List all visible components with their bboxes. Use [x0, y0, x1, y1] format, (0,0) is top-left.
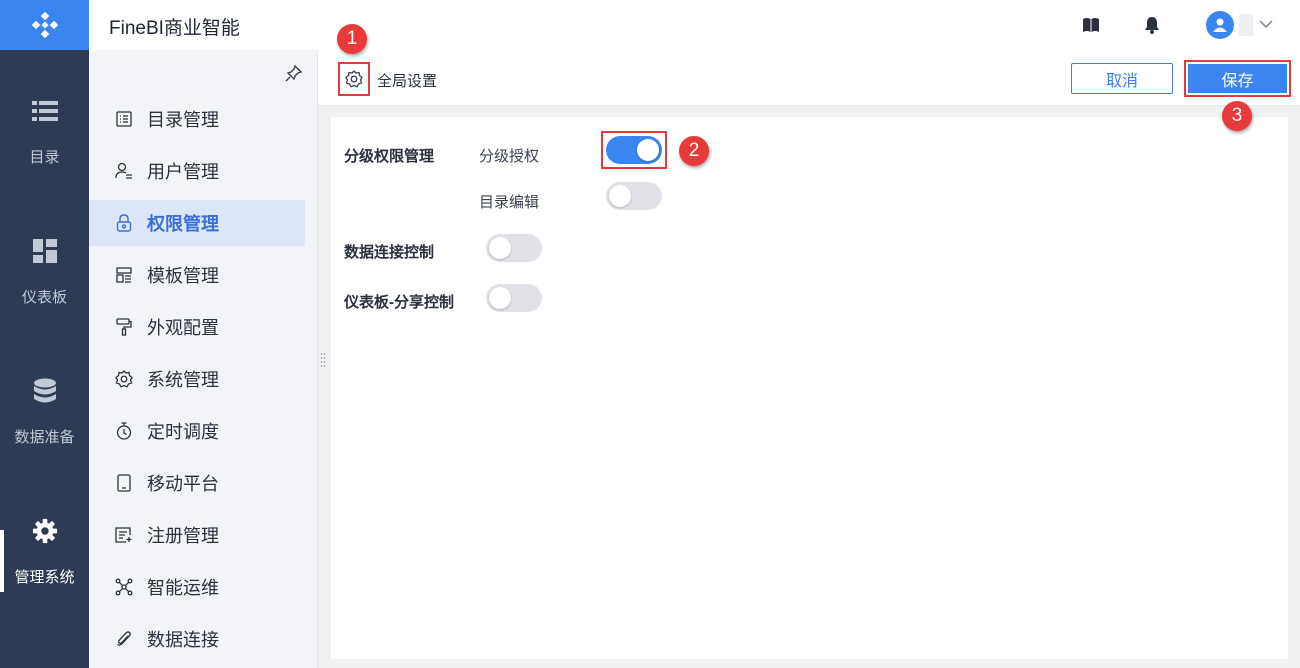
rail-item-label: 仪表板 [21, 289, 67, 306]
toggle-knob [637, 139, 659, 161]
catalog-icon [115, 110, 133, 128]
save-button[interactable]: 保存 [1188, 64, 1287, 93]
menu-item-ops[interactable]: 智能运维 [89, 564, 305, 610]
mobile-icon [115, 474, 133, 492]
avatar[interactable] [1206, 11, 1234, 39]
rail-item-admin[interactable]: 管理系统 [0, 518, 89, 628]
dashboard-share-control-toggle[interactable] [486, 284, 542, 312]
menu-item-label: 系统管理 [147, 370, 219, 390]
menu-item-users[interactable]: 用户管理 [89, 148, 305, 194]
global-settings-label: 全局设置 [377, 73, 438, 90]
pin-icon[interactable] [285, 64, 303, 82]
logo-icon [31, 12, 58, 38]
network-icon [115, 578, 133, 596]
top-header: FineBI商业智能 [89, 0, 1300, 50]
rail-item-label: 目录 [29, 149, 60, 166]
settings-panel: 分级权限管理 分级授权 目录编辑 数据连接控制 仪表板-分享控制 [331, 117, 1288, 659]
hierarchical-auth-toggle[interactable] [606, 136, 662, 164]
database-icon [32, 378, 58, 404]
gear-icon [32, 518, 58, 544]
app-title: FineBI商业智能 [109, 18, 240, 39]
paperclip-icon [115, 630, 133, 648]
paint-roller-icon [115, 318, 133, 336]
catalog-edit-toggle[interactable] [606, 182, 662, 210]
settings-gear-icon [345, 70, 363, 88]
hierarchical-permission-label: 分级权限管理 [344, 148, 435, 165]
register-icon [115, 526, 133, 544]
rail-item-catalog[interactable]: 目录 [0, 98, 89, 208]
menu-item-label: 权限管理 [147, 214, 219, 234]
username-redacted [1239, 14, 1253, 36]
settings-toolbar: 全局设置 取消 保存 [318, 50, 1300, 106]
main-content: 全局设置 取消 保存 分级权限管理 分级授权 目录编辑 数据连接控制 仪表板-分… [318, 50, 1300, 668]
menu-item-appearance[interactable]: 外观配置 [89, 304, 305, 350]
resize-handle-icon[interactable] [320, 352, 326, 368]
toggle-knob [489, 237, 511, 259]
menu-item-label: 注册管理 [147, 526, 219, 546]
app-window: 目录 仪表板 数据准备 管理系统 FineBI商业智能 目录管理 用户管理 权限… [0, 0, 1300, 668]
menu-item-permissions[interactable]: 权限管理 [89, 200, 305, 246]
lock-icon [115, 214, 133, 232]
menu-item-catalog[interactable]: 目录管理 [89, 96, 305, 142]
dashboard-share-control-label: 仪表板-分享控制 [344, 294, 454, 311]
timer-icon [115, 422, 133, 440]
menu-item-label: 数据连接 [147, 630, 219, 650]
menu-item-data-connection[interactable]: 数据连接 [89, 616, 305, 662]
menu-item-label: 智能运维 [147, 578, 219, 598]
rail-item-dashboard[interactable]: 仪表板 [0, 238, 89, 348]
help-book-icon[interactable] [1080, 14, 1102, 36]
global-settings-button[interactable] [338, 62, 370, 96]
catalog-edit-label: 目录编辑 [479, 194, 540, 211]
menu-item-label: 模板管理 [147, 266, 219, 286]
menu-item-registration[interactable]: 注册管理 [89, 512, 305, 558]
menu-item-label: 外观配置 [147, 318, 219, 338]
menu-item-system[interactable]: 系统管理 [89, 356, 305, 402]
menu-item-mobile[interactable]: 移动平台 [89, 460, 305, 506]
dashboard-icon [32, 238, 58, 264]
bell-icon[interactable] [1141, 14, 1163, 36]
rail-item-data-prep[interactable]: 数据准备 [0, 378, 89, 488]
primary-rail: 目录 仪表板 数据准备 管理系统 [0, 0, 89, 668]
toggle-knob [489, 287, 511, 309]
step-badge-3: 3 [1222, 101, 1252, 131]
menu-item-label: 定时调度 [147, 422, 219, 442]
data-connection-control-toggle[interactable] [486, 234, 542, 262]
cancel-button[interactable]: 取消 [1071, 63, 1173, 94]
menu-item-schedule[interactable]: 定时调度 [89, 408, 305, 454]
user-avatar-icon [1213, 18, 1227, 32]
hierarchical-auth-label: 分级授权 [479, 148, 540, 165]
user-icon [115, 162, 133, 180]
settings-icon [115, 370, 133, 388]
menu-item-label: 用户管理 [147, 162, 219, 182]
rail-item-label: 数据准备 [14, 429, 75, 446]
data-connection-control-label: 数据连接控制 [344, 244, 435, 261]
chevron-down-icon[interactable] [1257, 15, 1275, 33]
rail-item-label: 管理系统 [14, 569, 75, 586]
app-logo[interactable] [0, 0, 89, 50]
list-icon [31, 98, 58, 124]
step-badge-2: 2 [679, 136, 709, 166]
menu-item-label: 目录管理 [147, 110, 219, 130]
menu-item-label: 移动平台 [147, 474, 219, 494]
menu-item-templates[interactable]: 模板管理 [89, 252, 305, 298]
admin-menu: 目录管理 用户管理 权限管理 模板管理 外观配置 系统管理 定时调度 移动平台 [89, 50, 318, 668]
step-badge-1: 1 [337, 24, 367, 54]
template-icon [115, 266, 133, 284]
toggle-knob [609, 185, 631, 207]
